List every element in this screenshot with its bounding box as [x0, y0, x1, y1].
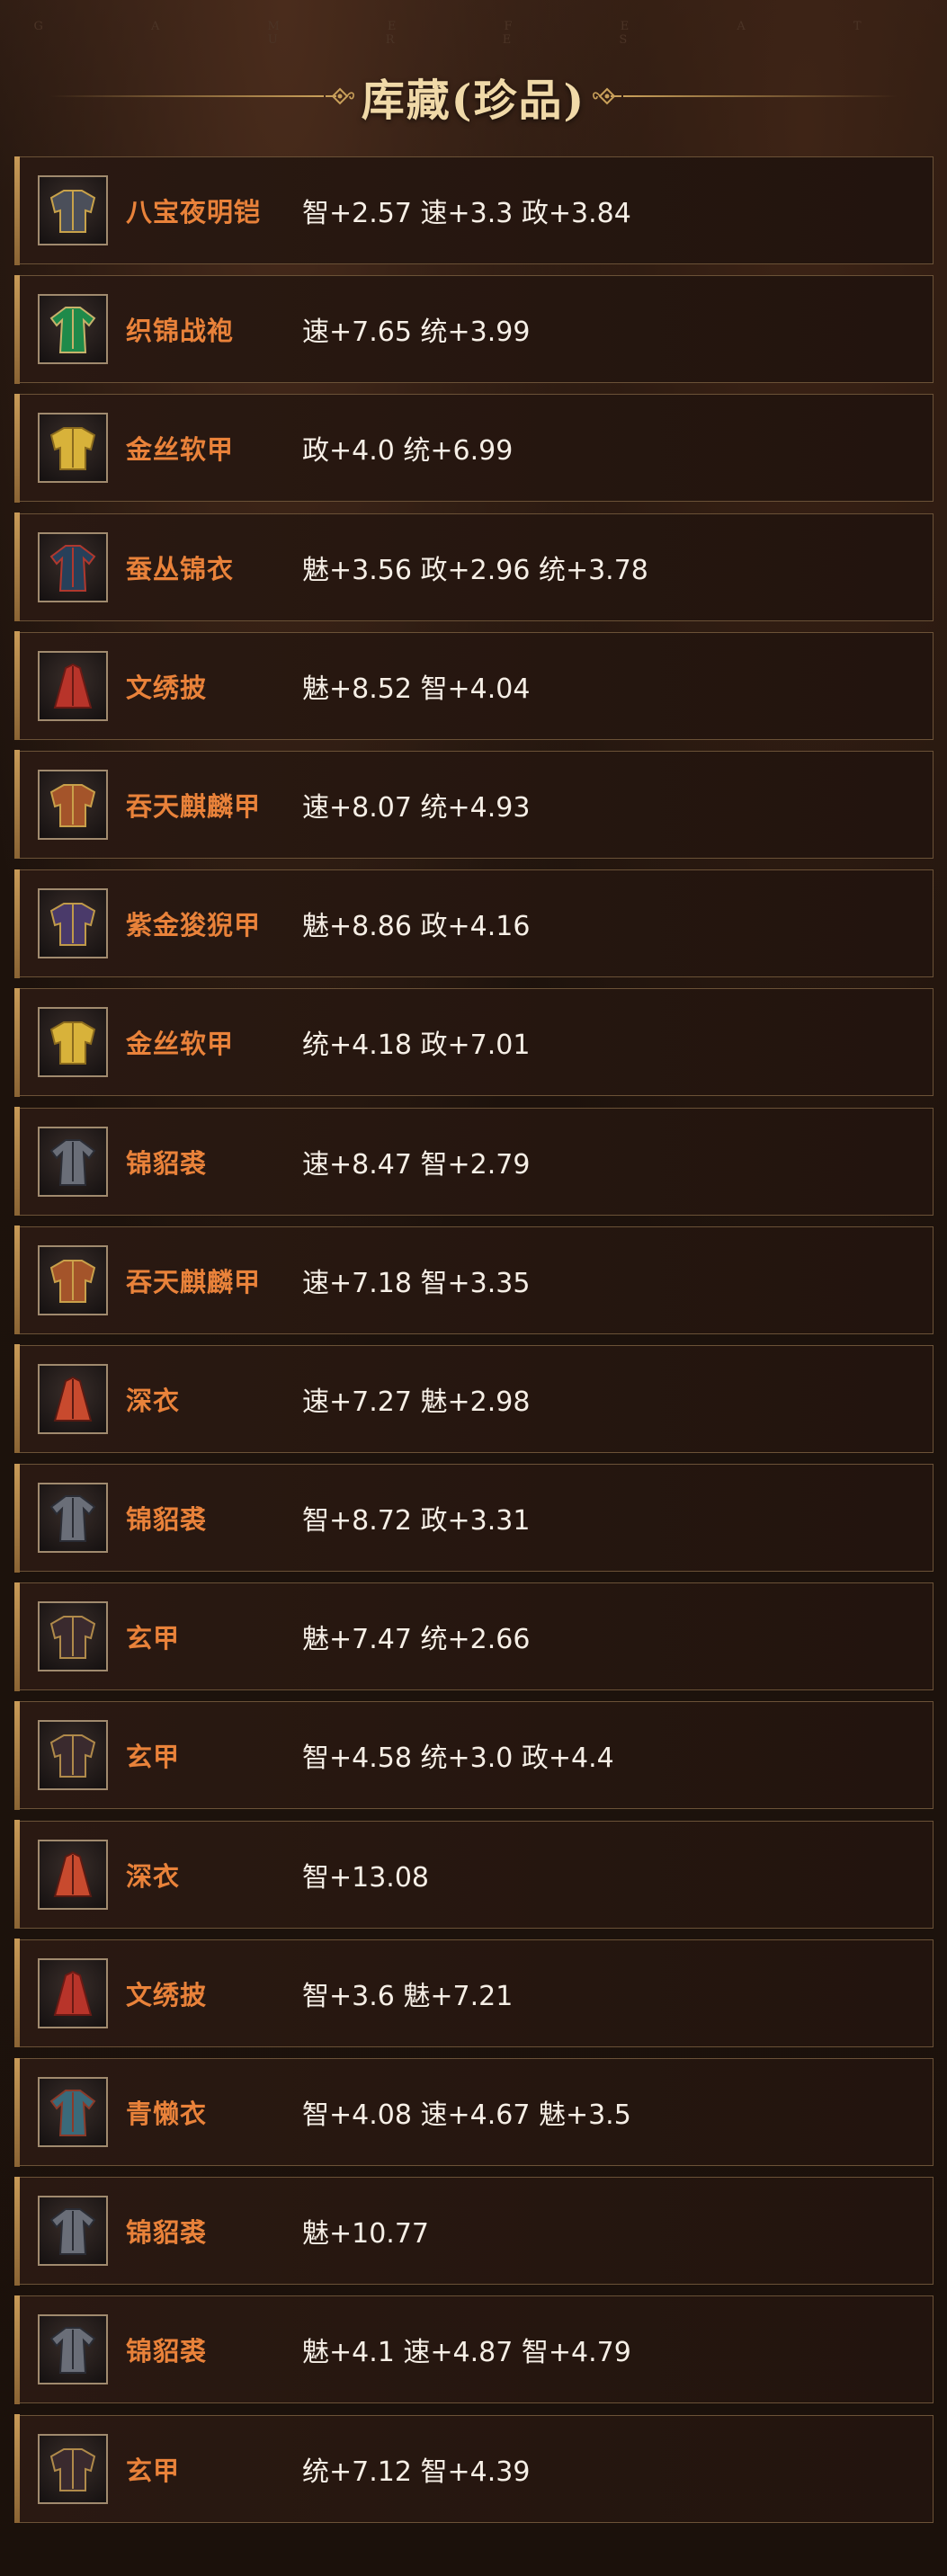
item-name: 锦貂裘 [126, 1147, 208, 1179]
list-item[interactable]: 玄甲 统+7.12 智+4.39 [13, 2414, 934, 2524]
item-name: 玄甲 [126, 1742, 181, 1773]
item-stats: 魅+7.47 统+2.66 [302, 1624, 531, 1656]
item-name: 织锦战袍 [126, 316, 235, 347]
ornament-right-icon [591, 85, 623, 107]
item-name: 青懒衣 [126, 2099, 208, 2129]
list-item[interactable]: 金丝软甲 统+4.18 政+7.01 [13, 987, 934, 1097]
item-stats: 速+7.27 魅+2.98 [302, 1386, 531, 1418]
list-item[interactable]: 锦貂裘 智+8.72 政+3.31 [13, 1463, 934, 1573]
list-item[interactable]: 蚕丛锦衣 魅+3.56 政+2.96 统+3.78 [13, 513, 934, 622]
item-name: 文绣披 [126, 1979, 208, 2010]
item-stats: 智+4.58 统+3.0 政+4.4 [302, 1743, 614, 1775]
item-stats: 速+7.18 智+3.35 [302, 1267, 531, 1299]
fur-coat-icon [38, 2314, 108, 2385]
item-stats: 速+7.65 统+3.99 [302, 316, 531, 349]
robe-icon [38, 294, 108, 365]
item-stats: 智+13.08 [302, 1861, 430, 1894]
list-item[interactable]: 深衣 智+13.08 [13, 1820, 934, 1930]
item-stats: 政+4.0 统+6.99 [302, 435, 514, 468]
item-name: 紫金狻猊甲 [126, 910, 262, 941]
item-stats: 速+8.07 统+4.93 [302, 791, 531, 824]
list-item[interactable]: 锦貂裘 魅+4.1 速+4.87 智+4.79 [13, 2295, 934, 2404]
title-divider-left [49, 95, 324, 97]
item-stats: 智+2.57 速+3.3 政+3.84 [302, 198, 631, 229]
item-stats: 智+3.6 魅+7.21 [302, 1980, 514, 2012]
list-item[interactable]: 青懒衣 智+4.08 速+4.67 魅+3.5 [13, 2057, 934, 2167]
item-name: 深衣 [126, 1860, 181, 1892]
qilin-armor-icon [38, 1244, 108, 1315]
list-item[interactable]: 玄甲 智+4.58 统+3.0 政+4.4 [13, 1700, 934, 1810]
fur-coat-icon [38, 2196, 108, 2267]
item-name: 八宝夜明铠 [126, 197, 262, 227]
list-item[interactable]: 紫金狻猊甲 魅+8.86 政+4.16 [13, 869, 934, 978]
list-item[interactable]: 锦貂裘 速+8.47 智+2.79 [13, 1107, 934, 1216]
item-stats: 智+4.08 速+4.67 魅+3.5 [302, 2099, 631, 2131]
item-name: 金丝软甲 [126, 434, 235, 466]
item-stats: 统+7.12 智+4.39 [302, 2456, 531, 2488]
item-name: 金丝软甲 [126, 1029, 235, 1060]
item-stats: 魅+10.77 [302, 2218, 430, 2251]
deep-robe-icon [38, 1839, 108, 1910]
purple-armor-icon [38, 888, 108, 959]
list-item[interactable]: 金丝软甲 政+4.0 统+6.99 [13, 393, 934, 503]
silk-robe-icon [38, 531, 108, 602]
item-name: 深衣 [126, 1385, 181, 1416]
list-item[interactable]: 吞天麒麟甲 速+8.07 统+4.93 [13, 750, 934, 860]
treasure-page: G A M E F E A T U R E S 库藏(珍品) 八宝夜明铠 智+2… [0, 0, 947, 2576]
deep-robe-icon [38, 1363, 108, 1434]
list-item[interactable]: 织锦战袍 速+7.65 统+3.99 [13, 274, 934, 384]
list-item[interactable]: 吞天麒麟甲 速+7.18 智+3.35 [13, 1226, 934, 1335]
qilin-armor-icon [38, 769, 108, 840]
header: G A M E F E A T U R E S 库藏(珍品) [0, 0, 947, 153]
item-stats: 魅+4.1 速+4.87 智+4.79 [302, 2337, 631, 2369]
header-watermark: G A M E F E A T U R E S [33, 20, 914, 47]
golden-armor-icon [38, 1007, 108, 1078]
list-item[interactable]: 文绣披 魅+8.52 智+4.04 [13, 631, 934, 741]
ornament-left-icon [324, 85, 356, 107]
black-armor-icon [38, 1601, 108, 1672]
armor-icon [38, 175, 108, 245]
fur-coat-icon [38, 1483, 108, 1554]
blue-robe-icon [38, 2077, 108, 2147]
item-name: 玄甲 [126, 1623, 181, 1654]
item-name: 玄甲 [126, 2455, 181, 2486]
list-item[interactable]: 玄甲 魅+7.47 统+2.66 [13, 1582, 934, 1691]
item-name: 文绣披 [126, 672, 208, 703]
page-title: 库藏(珍品) [361, 76, 586, 126]
list-item[interactable]: 锦貂裘 魅+10.77 [13, 2176, 934, 2286]
item-stats: 魅+8.52 智+4.04 [302, 673, 531, 705]
fur-coat-icon [38, 1126, 108, 1197]
item-name: 锦貂裘 [126, 1504, 208, 1536]
title-divider-right [623, 95, 898, 97]
item-stats: 统+4.18 政+7.01 [302, 1030, 531, 1062]
list-item[interactable]: 深衣 速+7.27 魅+2.98 [13, 1344, 934, 1454]
golden-armor-icon [38, 413, 108, 484]
item-stats: 速+8.47 智+2.79 [302, 1148, 531, 1181]
title-row: 库藏(珍品) [0, 56, 947, 137]
item-stats: 智+8.72 政+3.31 [302, 1505, 531, 1538]
item-stats: 魅+3.56 政+2.96 统+3.78 [302, 554, 648, 586]
item-name: 吞天麒麟甲 [126, 790, 262, 822]
treasure-list: 八宝夜明铠 智+2.57 速+3.3 政+3.84 织锦战袍 速+7.65 统+3.9… [13, 156, 934, 2534]
item-stats: 魅+8.86 政+4.16 [302, 911, 531, 943]
black-armor-icon [38, 2433, 108, 2504]
item-name: 锦貂裘 [126, 2217, 208, 2249]
list-item[interactable]: 文绣披 智+3.6 魅+7.21 [13, 1939, 934, 2048]
item-name: 蚕丛锦衣 [126, 553, 235, 584]
list-item[interactable]: 八宝夜明铠 智+2.57 速+3.3 政+3.84 [13, 156, 934, 265]
item-name: 锦貂裘 [126, 2336, 208, 2367]
black-armor-icon [38, 1720, 108, 1791]
cape-icon [38, 1957, 108, 2028]
cape-icon [38, 650, 108, 721]
item-name: 吞天麒麟甲 [126, 1266, 262, 1297]
